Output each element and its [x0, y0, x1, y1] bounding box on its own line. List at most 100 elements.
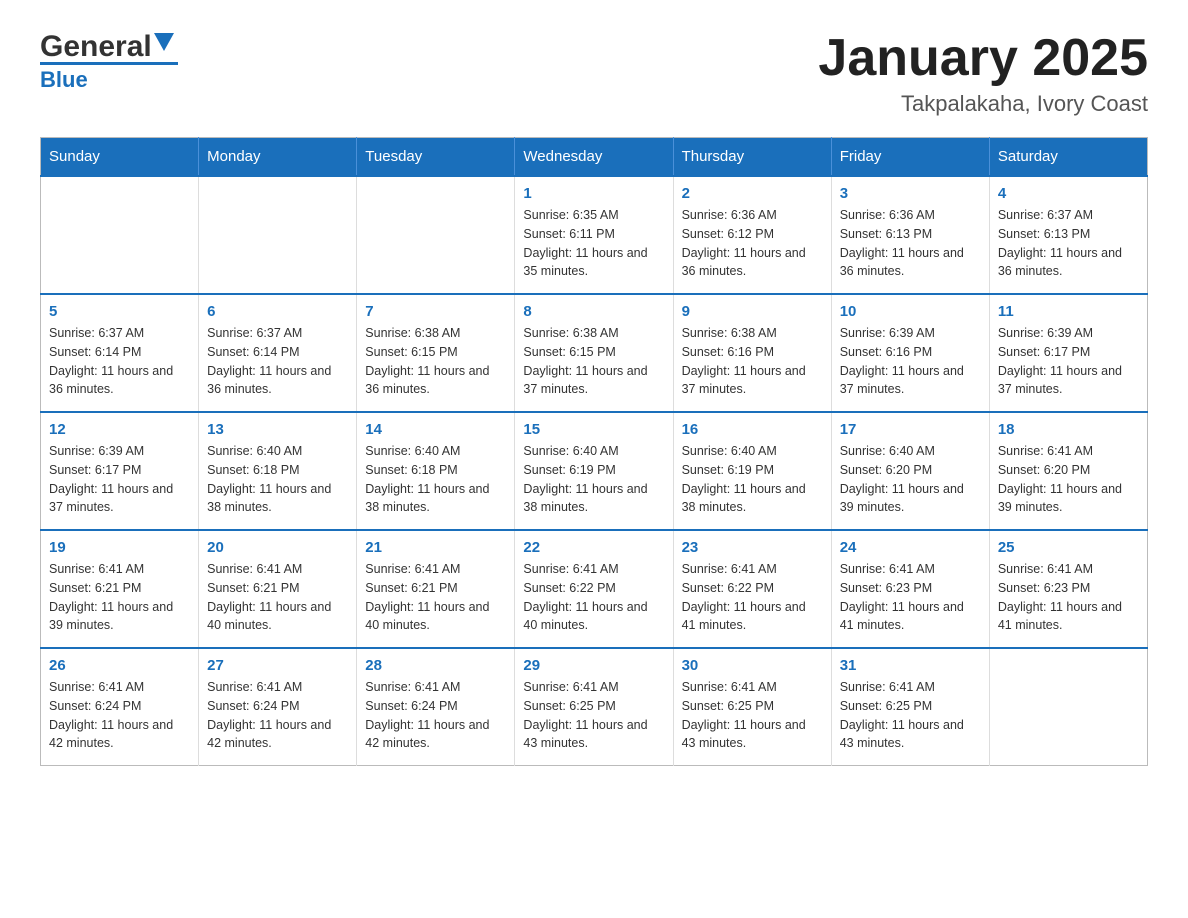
calendar-cell: 13 Sunrise: 6:40 AM Sunset: 6:18 PM Dayli… — [199, 412, 357, 530]
calendar-cell: 8 Sunrise: 6:38 AM Sunset: 6:15 PM Daylig… — [515, 294, 673, 412]
logo-blue-text: Blue — [40, 67, 88, 93]
logo: General Blue — [40, 30, 178, 93]
day-info: Sunrise: 6:37 AM Sunset: 6:13 PM Dayligh… — [998, 206, 1139, 281]
calendar-cell: 26Sunrise: 6:41 AM Sunset: 6:24 PM Dayli… — [41, 648, 199, 766]
day-number: 20 — [207, 539, 348, 556]
calendar-cell — [199, 176, 357, 294]
day-number: 16 — [682, 421, 823, 438]
day-info: Sunrise: 6:38 AM Sunset: 6:15 PM Dayligh… — [523, 324, 664, 399]
calendar-cell: 16 Sunrise: 6:40 AM Sunset: 6:19 PM Dayli… — [673, 412, 831, 530]
calendar-week-row: 5 Sunrise: 6:37 AM Sunset: 6:14 PM Daylig… — [41, 294, 1148, 412]
day-info: Sunrise: 6:38 AM Sunset: 6:16 PM Dayligh… — [682, 324, 823, 399]
day-header-sunday: Sunday — [41, 138, 199, 177]
day-number: 4 — [998, 185, 1139, 202]
day-info: Sunrise: 6:41 AM Sunset: 6:21 PM Dayligh… — [365, 560, 506, 635]
day-number: 18 — [998, 421, 1139, 438]
calendar-cell — [357, 176, 515, 294]
day-number: 8 — [523, 303, 664, 320]
calendar-cell: 11 Sunrise: 6:39 AM Sunset: 6:17 PM Dayli… — [989, 294, 1147, 412]
day-info: Sunrise: 6:41 AM Sunset: 6:24 PM Dayligh… — [207, 678, 348, 753]
day-info: Sunrise: 6:41 AM Sunset: 6:24 PM Dayligh… — [49, 678, 190, 753]
day-info: Sunrise: 6:41 AM Sunset: 6:22 PM Dayligh… — [682, 560, 823, 635]
day-info: Sunrise: 6:40 AM Sunset: 6:18 PM Dayligh… — [365, 442, 506, 517]
calendar-cell: 31Sunrise: 6:41 AM Sunset: 6:25 PM Dayli… — [831, 648, 989, 766]
day-info: Sunrise: 6:41 AM Sunset: 6:21 PM Dayligh… — [207, 560, 348, 635]
day-number: 19 — [49, 539, 190, 556]
day-number: 30 — [682, 657, 823, 674]
day-number: 28 — [365, 657, 506, 674]
calendar-cell: 10Sunrise: 6:39 AM Sunset: 6:16 PM Dayli… — [831, 294, 989, 412]
day-number: 29 — [523, 657, 664, 674]
day-info: Sunrise: 6:37 AM Sunset: 6:14 PM Dayligh… — [207, 324, 348, 399]
day-info: Sunrise: 6:41 AM Sunset: 6:23 PM Dayligh… — [840, 560, 981, 635]
calendar-header-row: SundayMondayTuesdayWednesdayThursdayFrid… — [41, 138, 1148, 177]
day-number: 27 — [207, 657, 348, 674]
calendar-cell — [41, 176, 199, 294]
calendar-week-row: 12Sunrise: 6:39 AM Sunset: 6:17 PM Dayli… — [41, 412, 1148, 530]
day-info: Sunrise: 6:38 AM Sunset: 6:15 PM Dayligh… — [365, 324, 506, 399]
calendar-cell: 24 Sunrise: 6:41 AM Sunset: 6:23 PM Dayli… — [831, 530, 989, 648]
calendar-cell: 3Sunrise: 6:36 AM Sunset: 6:13 PM Daylig… — [831, 176, 989, 294]
location-title: Takpalakaha, Ivory Coast — [818, 91, 1148, 117]
calendar-cell: 30 Sunrise: 6:41 AM Sunset: 6:25 PM Dayli… — [673, 648, 831, 766]
day-info: Sunrise: 6:41 AM Sunset: 6:25 PM Dayligh… — [682, 678, 823, 753]
day-info: Sunrise: 6:37 AM Sunset: 6:14 PM Dayligh… — [49, 324, 190, 399]
day-info: Sunrise: 6:39 AM Sunset: 6:17 PM Dayligh… — [49, 442, 190, 517]
month-title: January 2025 — [818, 30, 1148, 87]
day-number: 25 — [998, 539, 1139, 556]
day-number: 24 — [840, 539, 981, 556]
calendar-cell: 12Sunrise: 6:39 AM Sunset: 6:17 PM Dayli… — [41, 412, 199, 530]
calendar-cell: 1 Sunrise: 6:35 AM Sunset: 6:11 PM Daylig… — [515, 176, 673, 294]
day-number: 2 — [682, 185, 823, 202]
day-info: Sunrise: 6:39 AM Sunset: 6:17 PM Dayligh… — [998, 324, 1139, 399]
day-number: 22 — [523, 539, 664, 556]
calendar-cell: 14 Sunrise: 6:40 AM Sunset: 6:18 PM Dayli… — [357, 412, 515, 530]
day-info: Sunrise: 6:39 AM Sunset: 6:16 PM Dayligh… — [840, 324, 981, 399]
day-info: Sunrise: 6:40 AM Sunset: 6:19 PM Dayligh… — [523, 442, 664, 517]
day-info: Sunrise: 6:41 AM Sunset: 6:25 PM Dayligh… — [840, 678, 981, 753]
calendar-cell: 9 Sunrise: 6:38 AM Sunset: 6:16 PM Daylig… — [673, 294, 831, 412]
page-header: General Blue January 2025 Takpalakaha, I… — [40, 30, 1148, 117]
day-number: 15 — [523, 421, 664, 438]
day-info: Sunrise: 6:41 AM Sunset: 6:21 PM Dayligh… — [49, 560, 190, 635]
day-header-saturday: Saturday — [989, 138, 1147, 177]
calendar-cell: 21 Sunrise: 6:41 AM Sunset: 6:21 PM Dayli… — [357, 530, 515, 648]
calendar-week-row: 1 Sunrise: 6:35 AM Sunset: 6:11 PM Daylig… — [41, 176, 1148, 294]
calendar-cell: 29Sunrise: 6:41 AM Sunset: 6:25 PM Dayli… — [515, 648, 673, 766]
calendar-cell: 22 Sunrise: 6:41 AM Sunset: 6:22 PM Dayli… — [515, 530, 673, 648]
day-info: Sunrise: 6:40 AM Sunset: 6:18 PM Dayligh… — [207, 442, 348, 517]
day-info: Sunrise: 6:35 AM Sunset: 6:11 PM Dayligh… — [523, 206, 664, 281]
calendar-cell: 7Sunrise: 6:38 AM Sunset: 6:15 PM Daylig… — [357, 294, 515, 412]
logo-general-text: General — [40, 30, 152, 64]
day-number: 11 — [998, 303, 1139, 320]
day-header-thursday: Thursday — [673, 138, 831, 177]
day-number: 14 — [365, 421, 506, 438]
calendar-cell: 18 Sunrise: 6:41 AM Sunset: 6:20 PM Dayli… — [989, 412, 1147, 530]
day-info: Sunrise: 6:40 AM Sunset: 6:20 PM Dayligh… — [840, 442, 981, 517]
calendar-week-row: 26Sunrise: 6:41 AM Sunset: 6:24 PM Dayli… — [41, 648, 1148, 766]
calendar-cell: 17 Sunrise: 6:40 AM Sunset: 6:20 PM Dayli… — [831, 412, 989, 530]
day-number: 1 — [523, 185, 664, 202]
calendar-cell: 6Sunrise: 6:37 AM Sunset: 6:14 PM Daylig… — [199, 294, 357, 412]
day-number: 17 — [840, 421, 981, 438]
day-number: 23 — [682, 539, 823, 556]
calendar-cell: 5 Sunrise: 6:37 AM Sunset: 6:14 PM Daylig… — [41, 294, 199, 412]
day-number: 9 — [682, 303, 823, 320]
day-header-tuesday: Tuesday — [357, 138, 515, 177]
day-info: Sunrise: 6:41 AM Sunset: 6:24 PM Dayligh… — [365, 678, 506, 753]
calendar-cell: 15 Sunrise: 6:40 AM Sunset: 6:19 PM Dayli… — [515, 412, 673, 530]
day-info: Sunrise: 6:41 AM Sunset: 6:20 PM Dayligh… — [998, 442, 1139, 517]
calendar-cell: 25Sunrise: 6:41 AM Sunset: 6:23 PM Dayli… — [989, 530, 1147, 648]
day-info: Sunrise: 6:41 AM Sunset: 6:22 PM Dayligh… — [523, 560, 664, 635]
day-header-friday: Friday — [831, 138, 989, 177]
calendar-cell: 23 Sunrise: 6:41 AM Sunset: 6:22 PM Dayli… — [673, 530, 831, 648]
logo-triangle-icon — [154, 33, 178, 57]
title-section: January 2025 Takpalakaha, Ivory Coast — [818, 30, 1148, 117]
calendar-cell: 20 Sunrise: 6:41 AM Sunset: 6:21 PM Dayli… — [199, 530, 357, 648]
day-number: 21 — [365, 539, 506, 556]
day-number: 5 — [49, 303, 190, 320]
day-info: Sunrise: 6:36 AM Sunset: 6:12 PM Dayligh… — [682, 206, 823, 281]
day-info: Sunrise: 6:40 AM Sunset: 6:19 PM Dayligh… — [682, 442, 823, 517]
calendar-table: SundayMondayTuesdayWednesdayThursdayFrid… — [40, 137, 1148, 766]
day-number: 13 — [207, 421, 348, 438]
